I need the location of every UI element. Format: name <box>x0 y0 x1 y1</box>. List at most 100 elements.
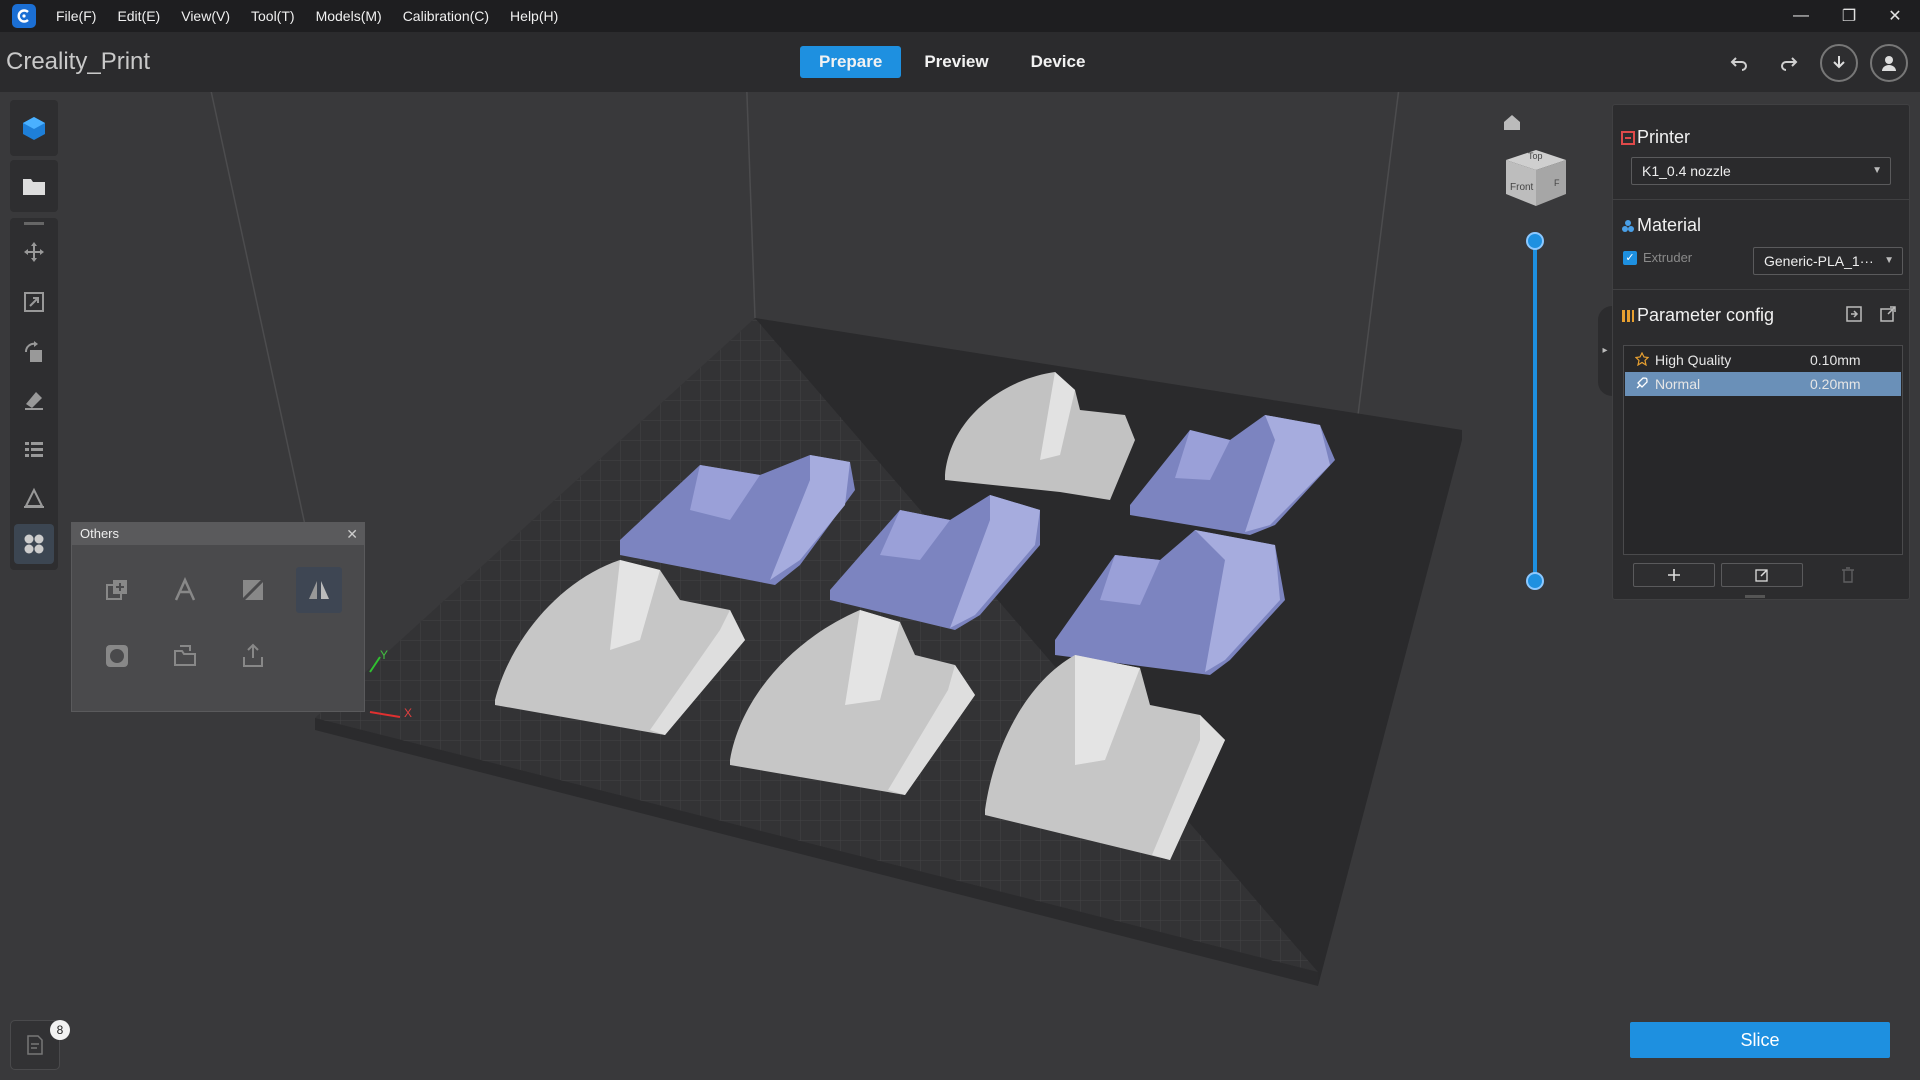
cut-icon[interactable] <box>230 567 276 613</box>
view-cube-side[interactable]: F <box>1554 178 1560 188</box>
menu-edit[interactable]: Edit(E) <box>117 8 160 24</box>
material-select-value: Generic-PLA_1··· <box>1764 253 1874 269</box>
layer-slider-bottom-handle[interactable] <box>1526 572 1544 590</box>
support-paint-icon[interactable] <box>14 380 54 420</box>
model-gray-2 <box>495 560 745 735</box>
home-view-icon[interactable] <box>1502 112 1522 132</box>
export-icon[interactable] <box>230 633 276 679</box>
chevron-down-icon: ▼ <box>1872 165 1882 176</box>
tab-preview[interactable]: Preview <box>905 46 1007 78</box>
toolbar-open <box>10 160 58 212</box>
model-blue-3 <box>1130 415 1335 535</box>
import-icon[interactable] <box>162 633 208 679</box>
others-panel: Others ✕ <box>71 522 365 712</box>
delete-profile-icon[interactable] <box>1841 567 1857 583</box>
model-gray-4 <box>985 655 1225 860</box>
rotate-icon[interactable] <box>14 332 54 372</box>
profile-value: 0.20mm <box>1810 376 1861 392</box>
header-bar: Creality_Print Prepare Preview Device <box>0 32 1920 92</box>
model-blue-4 <box>1055 530 1285 675</box>
notification-badge: 8 <box>50 1020 70 1040</box>
project-title: Creality_Print <box>6 48 151 75</box>
document-icon <box>27 1035 43 1055</box>
edit-icon <box>1755 569 1768 582</box>
text-tool-icon[interactable] <box>162 567 208 613</box>
mirror-icon[interactable] <box>296 567 342 613</box>
close-icon[interactable]: ✕ <box>346 523 358 545</box>
add-model-button[interactable] <box>14 108 54 148</box>
edit-profile-button[interactable] <box>1721 563 1803 587</box>
hollow-icon[interactable] <box>94 633 140 679</box>
menu-calibration[interactable]: Calibration(C) <box>403 8 489 24</box>
layer-slider-top-handle[interactable] <box>1526 232 1544 250</box>
axis-y-label: Y <box>380 648 389 662</box>
others-panel-title: Others <box>80 526 120 541</box>
divider <box>1613 199 1909 200</box>
extruder-label: Extruder <box>1643 250 1693 265</box>
open-folder-button[interactable] <box>14 166 54 206</box>
view-cube-top[interactable]: Top <box>1528 151 1543 161</box>
model-gray-1 <box>945 372 1135 500</box>
parameter-config-title: Parameter config <box>1637 305 1775 325</box>
download-icon[interactable] <box>1820 44 1858 82</box>
view-cube[interactable]: Top Front F <box>1502 144 1572 214</box>
object-list-icon[interactable] <box>14 430 54 470</box>
plus-icon <box>1668 569 1680 581</box>
menu-view[interactable]: View(V) <box>181 8 230 24</box>
add-profile-button[interactable] <box>1633 563 1715 587</box>
view-cube-front[interactable]: Front <box>1510 182 1533 193</box>
printer-section-title: Printer <box>1637 127 1691 147</box>
list-item[interactable]: Normal 0.20mm <box>1625 372 1901 396</box>
material-section-title: Material <box>1637 215 1702 235</box>
star-icon <box>1635 352 1649 366</box>
mode-tabs: Prepare Preview Device <box>800 46 1104 78</box>
import-profile-icon[interactable] <box>1845 305 1865 325</box>
others-panel-header: Others ✕ <box>72 523 364 545</box>
layer-slider-track[interactable] <box>1533 240 1537 580</box>
minimize-button[interactable]: — <box>1778 0 1824 32</box>
model-blue-2 <box>830 495 1040 630</box>
tab-device[interactable]: Device <box>1012 46 1105 78</box>
menu-file[interactable]: File(F) <box>56 8 96 24</box>
parameter-config-icon <box>1622 310 1634 322</box>
redo-icon[interactable] <box>1774 48 1804 78</box>
model-blue-1 <box>620 455 855 585</box>
settings-panel: Printer K1_0.4 nozzle ▼ Material ✓ Extru… <box>1612 104 1910 600</box>
profile-name: High Quality <box>1655 352 1732 368</box>
menu-bar: File(F) Edit(E) View(V) Tool(T) Models(M… <box>0 0 1920 32</box>
menu-tool[interactable]: Tool(T) <box>251 8 295 24</box>
toolbar-top <box>10 100 58 156</box>
toolbar-transform <box>10 218 58 570</box>
printer-icon <box>1621 131 1635 145</box>
panel-resize-handle[interactable] <box>1745 595 1765 598</box>
export-profile-icon[interactable] <box>1879 305 1899 325</box>
tab-prepare[interactable]: Prepare <box>800 46 902 78</box>
extruder-checkbox[interactable]: ✓ <box>1623 251 1637 265</box>
printer-select[interactable]: K1_0.4 nozzle ▼ <box>1631 157 1891 185</box>
material-select[interactable]: Generic-PLA_1··· ▼ <box>1753 247 1903 275</box>
menu-help[interactable]: Help(H) <box>510 8 558 24</box>
chevron-down-icon: ▼ <box>1884 255 1894 266</box>
app-logo-icon <box>12 4 36 28</box>
list-item[interactable]: High Quality 0.10mm <box>1625 348 1901 372</box>
profile-value: 0.10mm <box>1810 352 1861 368</box>
rocket-icon <box>1636 377 1648 389</box>
menu-models[interactable]: Models(M) <box>316 8 382 24</box>
user-avatar-icon[interactable] <box>1870 44 1908 82</box>
scale-icon[interactable] <box>14 282 54 322</box>
undo-icon[interactable] <box>1724 48 1754 78</box>
move-icon[interactable] <box>14 232 54 272</box>
panel-collapse-handle[interactable]: ▸ <box>1598 306 1612 396</box>
slice-button[interactable]: Slice <box>1630 1022 1890 1058</box>
toolbar-drag-handle[interactable] <box>24 222 44 225</box>
close-button[interactable]: ✕ <box>1872 0 1918 32</box>
divider <box>1613 289 1909 290</box>
profile-name: Normal <box>1655 376 1701 392</box>
quality-profile-list: High Quality 0.10mm Normal 0.20mm <box>1623 345 1903 555</box>
others-tools-icon[interactable] <box>14 524 54 564</box>
lay-flat-icon[interactable] <box>14 478 54 518</box>
add-part-icon[interactable] <box>94 567 140 613</box>
restore-button[interactable]: ❐ <box>1826 0 1872 32</box>
axis-x-label: X <box>404 706 413 720</box>
material-icon <box>1622 220 1634 232</box>
